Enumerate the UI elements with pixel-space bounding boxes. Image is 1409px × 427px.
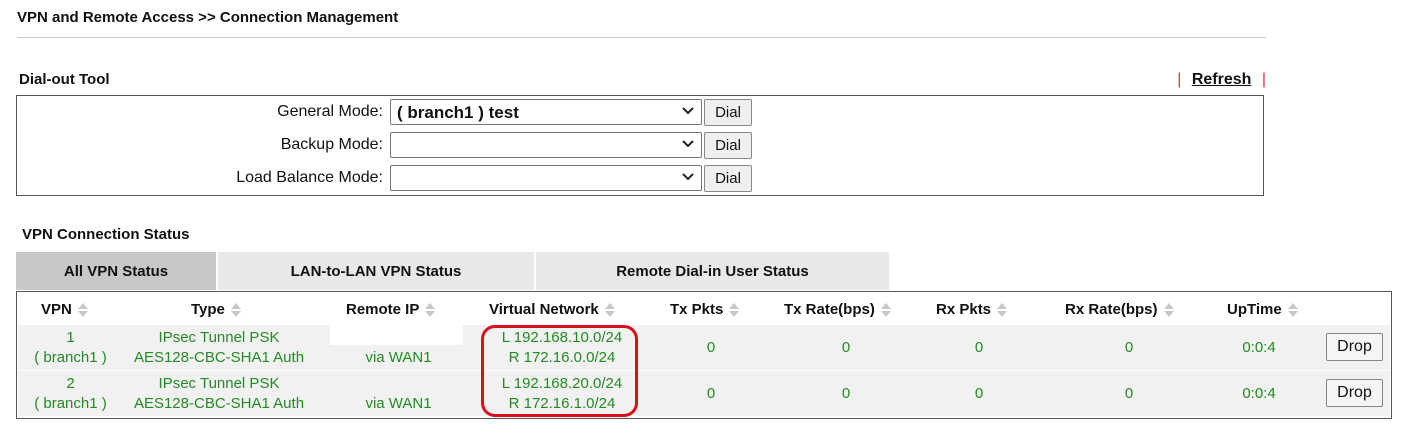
- rx-pkts-cell: 0: [974, 385, 984, 402]
- type-cell: IPsec Tunnel PSK AES128-CBC-SHA1 Auth: [126, 374, 312, 414]
- column-header-label: Rx Rate(bps): [1065, 301, 1158, 318]
- type-protocol: IPsec Tunnel PSK: [158, 375, 280, 392]
- vpn-number: 1: [66, 329, 75, 346]
- column-header-label: Remote IP: [346, 301, 420, 318]
- column-header-rx-rate[interactable]: Rx Rate(bps): [1065, 301, 1174, 318]
- general-mode-label: General Mode:: [277, 103, 383, 120]
- general-mode-row: General Mode: ( branch1 ) test Dial: [17, 99, 1263, 127]
- tab-lan-to-lan-vpn-status[interactable]: LAN-to-LAN VPN Status: [218, 252, 534, 290]
- load-balance-mode-select[interactable]: [390, 165, 702, 191]
- column-header-type[interactable]: Type: [191, 301, 241, 318]
- sort-icon: [77, 302, 88, 317]
- sort-icon: [880, 302, 891, 317]
- load-balance-mode-row: Load Balance Mode: Dial: [17, 165, 1263, 193]
- column-header-label: Type: [191, 301, 225, 318]
- remote-ip-cell: via WAN1: [365, 349, 432, 366]
- general-mode-value: ( branch1 ) test: [397, 103, 519, 122]
- column-header-tx-pkts[interactable]: Tx Pkts: [670, 301, 740, 318]
- vpn-number: 2: [66, 375, 75, 392]
- drop-button[interactable]: Drop: [1326, 379, 1383, 407]
- sort-icon: [729, 302, 740, 317]
- column-header-uptime[interactable]: UpTime: [1227, 301, 1298, 318]
- tx-pkts-cell: 0: [706, 385, 716, 402]
- uptime-cell: 0:0:4: [1242, 385, 1276, 402]
- column-header-label: Rx Pkts: [936, 301, 992, 318]
- sort-icon: [604, 302, 615, 317]
- general-dial-button[interactable]: Dial: [704, 99, 752, 126]
- virtual-network-highlight: [481, 325, 638, 417]
- table-row: 1 ( branch1 ) IPsec Tunnel PSK AES128-CB…: [18, 325, 1390, 370]
- backup-dial-button[interactable]: Dial: [704, 132, 752, 159]
- tx-rate-cell: 0: [841, 385, 851, 402]
- column-header-virtual-network[interactable]: Virtual Network: [489, 301, 615, 318]
- column-header-label: VPN: [41, 301, 72, 318]
- sort-icon: [997, 302, 1008, 317]
- type-auth: AES128-CBC-SHA1 Auth: [133, 395, 305, 412]
- vpn-status-table: VPN Type Remote IP Virtual Network Tx Pk…: [16, 291, 1392, 419]
- sort-icon: [1287, 302, 1298, 317]
- load-balance-dial-button[interactable]: Dial: [704, 165, 752, 192]
- backup-mode-select[interactable]: [390, 132, 702, 158]
- rx-pkts-cell: 0: [974, 339, 984, 356]
- type-protocol: IPsec Tunnel PSK: [158, 329, 280, 346]
- dialout-title: Dial-out Tool: [19, 71, 110, 88]
- sort-icon: [425, 302, 436, 317]
- vpn-name: ( branch1 ): [34, 349, 107, 366]
- title-divider: [17, 37, 1266, 38]
- uptime-cell: 0:0:4: [1242, 339, 1276, 356]
- column-header-tx-rate[interactable]: Tx Rate(bps): [784, 301, 891, 318]
- drop-button[interactable]: Drop: [1326, 333, 1383, 361]
- tx-pkts-cell: 0: [706, 339, 716, 356]
- vpn-status-title: VPN Connection Status: [22, 226, 190, 243]
- backup-mode-row: Backup Mode: Dial: [17, 132, 1263, 160]
- column-header-label: Tx Rate(bps): [784, 301, 875, 318]
- load-balance-mode-label: Load Balance Mode:: [236, 169, 383, 186]
- type-auth: AES128-CBC-SHA1 Auth: [133, 349, 305, 366]
- column-header-vpn[interactable]: VPN: [41, 301, 88, 318]
- chevron-down-icon: [682, 173, 694, 181]
- column-header-label: UpTime: [1227, 301, 1282, 318]
- column-header-label: Virtual Network: [489, 301, 599, 318]
- redacted-area: [330, 325, 463, 345]
- dialout-panel: General Mode: ( branch1 ) test Dial Back…: [16, 95, 1264, 196]
- type-cell: IPsec Tunnel PSK AES128-CBC-SHA1 Auth: [126, 328, 312, 368]
- chevron-down-icon: [682, 107, 694, 115]
- pipe-separator: |: [1261, 71, 1266, 88]
- column-header-label: Tx Pkts: [670, 301, 724, 318]
- vpn-name: ( branch1 ): [34, 395, 107, 412]
- column-header-rx-pkts[interactable]: Rx Pkts: [936, 301, 1008, 318]
- vpn-cell: 1 ( branch1 ): [18, 328, 123, 368]
- pipe-separator: |: [1177, 71, 1182, 88]
- tab-all-vpn-status[interactable]: All VPN Status: [16, 252, 216, 290]
- general-mode-select[interactable]: ( branch1 ) test: [390, 99, 702, 125]
- column-header-remote-ip[interactable]: Remote IP: [346, 301, 436, 318]
- chevron-down-icon: [682, 140, 694, 148]
- tx-rate-cell: 0: [841, 339, 851, 356]
- tab-remote-dial-in-user-status[interactable]: Remote Dial-in User Status: [536, 252, 889, 290]
- backup-mode-label: Backup Mode:: [280, 136, 383, 153]
- page-title: VPN and Remote Access >> Connection Mana…: [17, 9, 399, 26]
- sort-icon: [230, 302, 241, 317]
- vpn-cell: 2 ( branch1 ): [18, 374, 123, 414]
- rx-rate-cell: 0: [1124, 339, 1134, 356]
- rx-rate-cell: 0: [1124, 385, 1134, 402]
- remote-ip-cell: via WAN1: [365, 395, 432, 412]
- refresh-link[interactable]: Refresh: [1192, 71, 1252, 88]
- table-row: 2 ( branch1 ) IPsec Tunnel PSK AES128-CB…: [18, 371, 1390, 416]
- refresh-bar: | Refresh |: [1177, 71, 1266, 89]
- sort-icon: [1163, 302, 1174, 317]
